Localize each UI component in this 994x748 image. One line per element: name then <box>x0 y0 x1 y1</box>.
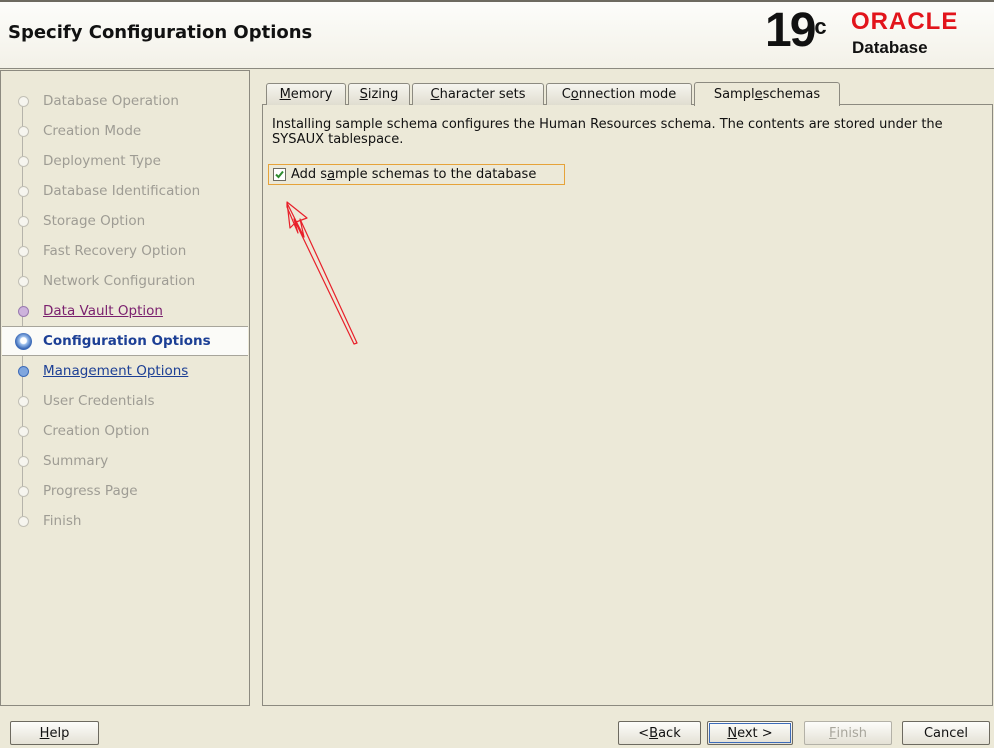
nav-item-label: Fast Recovery Option <box>43 243 187 259</box>
header-top-border <box>0 0 994 2</box>
nav-item-label: Creation Option <box>43 423 150 439</box>
button-mnemonic: B <box>649 725 659 741</box>
button-mnemonic: H <box>39 725 50 741</box>
nav-item-storage-option: Storage Option <box>2 208 248 234</box>
nav-item-creation-mode: Creation Mode <box>2 118 248 144</box>
page-title: Specify Configuration Options <box>8 22 313 43</box>
nav-item-label: Progress Page <box>43 483 138 499</box>
nav-item-user-credentials: User Credentials <box>2 388 248 414</box>
button-label-rest: ext > <box>737 725 773 741</box>
nav-item-label: Database Operation <box>43 93 179 109</box>
tab-label-rest: emory <box>290 87 333 102</box>
tab-sample-schemas[interactable]: Sampl e schemas <box>694 82 840 106</box>
tab-connection-mode[interactable]: Co nnection mode <box>546 83 692 105</box>
tab-label-rest: izing <box>367 87 399 102</box>
checkmark-icon <box>275 170 284 179</box>
nav-item-database-operation: Database Operation <box>2 88 248 114</box>
button-label-rest: ack <box>658 725 681 741</box>
tab-label-rest: nnection mode <box>578 87 677 102</box>
current-step-icon <box>15 332 32 350</box>
header-banner: Specify Configuration Options 19c ORACLE… <box>0 0 994 69</box>
step-dot-icon <box>18 425 29 437</box>
tab-mnemonic: e <box>754 87 763 102</box>
nav-item-data-vault-option[interactable]: Data Vault Option <box>2 298 248 324</box>
next-button[interactable]: Next > <box>707 721 793 745</box>
nav-item-network-configuration: Network Configuration <box>2 268 248 294</box>
nav-item-label[interactable]: Management Options <box>43 363 188 379</box>
tab-memory[interactable]: Memory <box>266 83 346 105</box>
brand-product: Database <box>852 38 928 57</box>
step-dot-icon <box>18 215 29 227</box>
steps-sidebar: Database Operation Creation Mode Deploym… <box>0 70 250 706</box>
tab-character-sets[interactable]: Character sets <box>412 83 544 105</box>
nav-item-fast-recovery-option: Fast Recovery Option <box>2 238 248 264</box>
tab-mnemonic: o <box>570 87 579 102</box>
nav-item-database-identification: Database Identification <box>2 178 248 204</box>
tab-label-rest: schemas <box>762 87 821 102</box>
nav-item-finish: Finish <box>2 508 248 534</box>
step-dot-icon <box>18 245 29 257</box>
finish-button[interactable]: Finish <box>804 721 892 745</box>
nav-item-label: Deployment Type <box>43 153 161 169</box>
nav-item-configuration-options[interactable]: Configuration Options <box>2 326 248 356</box>
nav-item-label: Network Configuration <box>43 273 196 289</box>
nav-item-label: Finish <box>43 513 82 529</box>
tab-sizing[interactable]: Sizing <box>348 83 410 105</box>
nav-item-management-options[interactable]: Management Options <box>2 358 248 384</box>
button-label: < <box>638 725 650 741</box>
step-dot-icon <box>18 125 29 137</box>
button-mnemonic: N <box>727 725 738 741</box>
nav-item-progress-page: Progress Page <box>2 478 248 504</box>
step-dot-icon <box>18 395 29 407</box>
step-dot-icon <box>18 185 29 197</box>
brand-version: 19c <box>765 4 827 58</box>
nav-item-label: User Credentials <box>43 393 155 409</box>
content-panel <box>262 104 993 706</box>
nav-item-label: Configuration Options <box>43 333 211 349</box>
nav-item-deployment-type: Deployment Type <box>2 148 248 174</box>
step-dot-icon <box>18 95 29 107</box>
tab-mnemonic: C <box>430 87 440 102</box>
nav-item-creation-option: Creation Option <box>2 418 248 444</box>
brand-version-number: 19 <box>765 4 816 57</box>
back-button[interactable]: < Back <box>618 721 701 745</box>
nav-item-label[interactable]: Data Vault Option <box>43 303 163 319</box>
add-sample-schemas-checkbox-row[interactable]: Add sample schemas to the database <box>268 164 565 185</box>
help-button[interactable]: Help <box>10 721 99 745</box>
button-label-rest: inish <box>836 725 867 741</box>
brand-version-suffix: c <box>814 14 827 39</box>
tab-label: Sampl <box>713 87 755 102</box>
tab-mnemonic: S <box>359 87 368 102</box>
add-sample-schemas-label[interactable]: Add sample schemas to the database <box>291 167 536 182</box>
nav-item-summary: Summary <box>2 448 248 474</box>
checkbox-label-start: Add s <box>291 167 328 182</box>
checkbox-label-rest: mple schemas to the database <box>335 167 537 182</box>
step-dot-icon <box>18 305 29 317</box>
step-dot-icon <box>18 485 29 497</box>
step-dot-icon <box>18 515 29 527</box>
nav-item-label: Storage Option <box>43 213 146 229</box>
tab-mnemonic: M <box>279 87 291 102</box>
cancel-button[interactable]: Cancel <box>902 721 990 745</box>
button-mnemonic: F <box>829 725 837 741</box>
tab-label: C <box>561 87 571 102</box>
step-dot-icon <box>18 365 29 377</box>
sample-schemas-description: Installing sample schema configures the … <box>272 117 943 147</box>
add-sample-schemas-checkbox[interactable] <box>273 168 286 181</box>
step-dot-icon <box>18 275 29 287</box>
step-dot-icon <box>18 155 29 167</box>
button-label-rest: elp <box>49 725 70 741</box>
nav-item-label: Database Identification <box>43 183 201 199</box>
nav-item-label: Summary <box>43 453 109 469</box>
tab-label-rest: haracter sets <box>439 87 526 102</box>
nav-item-label: Creation Mode <box>43 123 142 139</box>
step-dot-icon <box>18 455 29 467</box>
oracle-logo: ORACLE <box>851 8 959 35</box>
checkbox-label-mnemonic: a <box>327 167 336 182</box>
